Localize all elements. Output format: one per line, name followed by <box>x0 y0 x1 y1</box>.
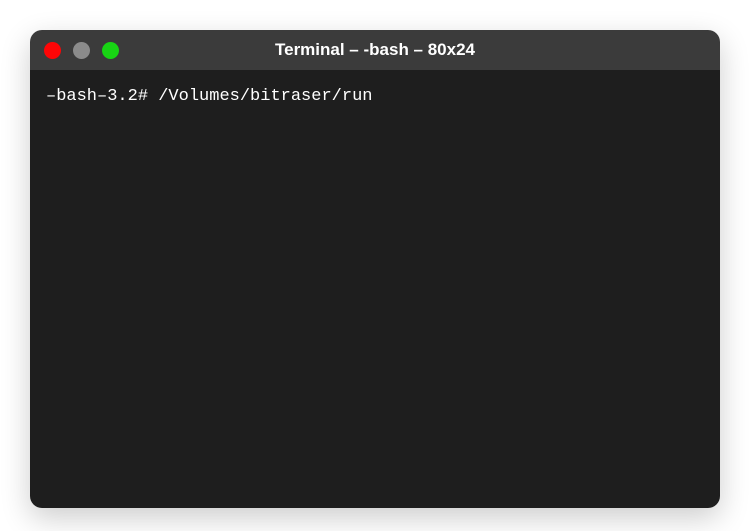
titlebar[interactable]: Terminal – -bash – 80x24 <box>30 30 720 70</box>
traffic-lights <box>44 42 119 59</box>
close-icon[interactable] <box>44 42 61 59</box>
terminal-body[interactable]: –bash–3.2# /Volumes/bitraser/run <box>30 70 720 508</box>
zoom-icon[interactable] <box>102 42 119 59</box>
terminal-window: Terminal – -bash – 80x24 –bash–3.2# /Vol… <box>30 30 720 508</box>
shell-prompt: –bash–3.2# <box>46 87 148 106</box>
command-input[interactable]: /Volumes/bitraser/run <box>158 87 372 106</box>
minimize-icon[interactable] <box>73 42 90 59</box>
window-title: Terminal – -bash – 80x24 <box>275 40 475 60</box>
prompt-line: –bash–3.2# /Volumes/bitraser/run <box>46 84 704 110</box>
